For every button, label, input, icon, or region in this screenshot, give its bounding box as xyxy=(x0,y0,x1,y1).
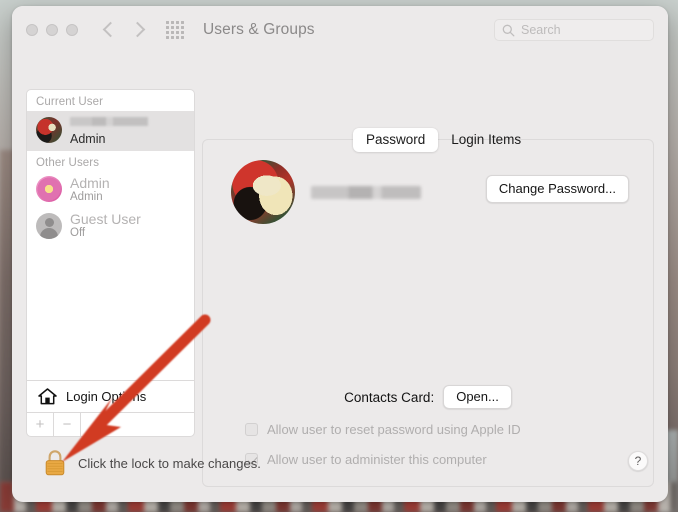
navigation-buttons xyxy=(102,23,144,36)
add-user-button[interactable]: + xyxy=(27,413,54,436)
users-and-groups-window: Users & Groups Search Current User Admin… xyxy=(12,6,668,502)
add-remove-user-toolbar: + − xyxy=(27,412,194,436)
avatar xyxy=(36,176,62,203)
checkbox-reset-password-apple-id[interactable] xyxy=(245,423,258,436)
checkbox-label: Allow user to reset password using Apple… xyxy=(267,422,521,437)
sidebar-item-current-user[interactable]: Admin xyxy=(27,111,194,151)
password-panel: Change Password... Contacts Card: Open..… xyxy=(202,139,654,487)
user-summary xyxy=(231,160,421,224)
sidebar-item-role: Admin xyxy=(70,132,106,147)
tab-bar: Password Login Items xyxy=(353,128,534,152)
group-header-other-users: Other Users xyxy=(36,156,100,169)
search-placeholder: Search xyxy=(521,23,561,37)
sidebar-item-guest-user[interactable]: Guest User Off xyxy=(27,208,194,244)
back-icon[interactable] xyxy=(102,23,115,36)
sidebar-item-admin[interactable]: Admin Admin xyxy=(27,172,194,208)
sidebar-item-role: Admin xyxy=(70,190,103,203)
search-field[interactable]: Search xyxy=(494,19,654,41)
sidebar-item-login-options[interactable]: Login Options xyxy=(27,380,194,412)
minimize-button[interactable] xyxy=(46,23,58,36)
search-icon xyxy=(502,24,515,36)
window-titlebar: Users & Groups Search xyxy=(12,6,668,53)
page-title: Users & Groups xyxy=(203,20,315,38)
change-password-button[interactable]: Change Password... xyxy=(485,175,629,203)
forward-icon[interactable] xyxy=(131,23,144,36)
avatar xyxy=(36,117,62,144)
remove-user-button[interactable]: − xyxy=(54,413,81,436)
sidebar-item-label: Admin xyxy=(70,174,110,191)
help-button[interactable]: ? xyxy=(628,451,648,471)
users-list-sidebar: Current User Admin Other Users Admin Adm… xyxy=(26,89,195,437)
contacts-card-label: Contacts Card: xyxy=(344,389,435,405)
login-options-label: Login Options xyxy=(66,389,147,404)
show-all-grid-icon[interactable] xyxy=(166,20,184,39)
tab-login-items[interactable]: Login Items xyxy=(438,128,534,152)
lock-message: Click the lock to make changes. xyxy=(78,456,261,471)
traffic-lights xyxy=(26,23,78,36)
home-icon xyxy=(38,388,57,405)
close-button[interactable] xyxy=(26,23,38,36)
checkbox-row-reset-password[interactable]: Allow user to reset password using Apple… xyxy=(245,422,521,437)
contacts-card-row: Contacts Card: Open... xyxy=(203,385,653,409)
avatar xyxy=(36,212,62,239)
redacted-user-fullname xyxy=(311,185,421,199)
redacted-username xyxy=(70,117,148,126)
window-content: Current User Admin Other Users Admin Adm… xyxy=(12,53,668,502)
zoom-button[interactable] xyxy=(66,23,78,36)
sidebar-item-label: Guest User xyxy=(70,211,141,228)
tab-password[interactable]: Password xyxy=(353,128,439,152)
window-footer: Click the lock to make changes. ? xyxy=(12,439,668,502)
open-contacts-card-button[interactable]: Open... xyxy=(443,385,512,409)
sidebar-item-role: Off xyxy=(70,227,86,240)
lock-closed-icon[interactable] xyxy=(41,448,69,478)
user-avatar[interactable] xyxy=(231,160,295,224)
group-header-current-user: Current User xyxy=(36,96,104,108)
